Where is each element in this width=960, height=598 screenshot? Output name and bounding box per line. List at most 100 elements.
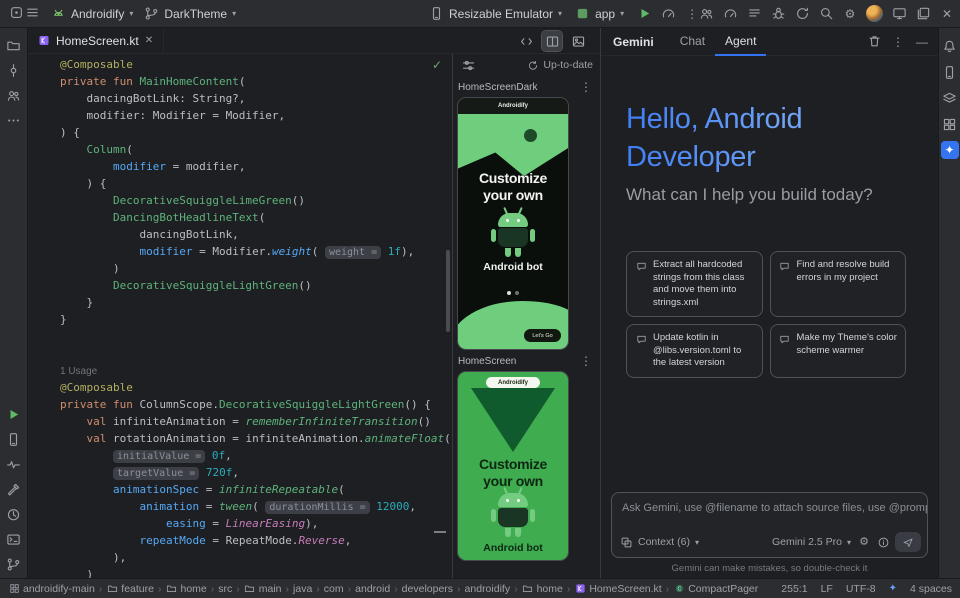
more-tool-windows-icon[interactable] [6, 112, 22, 128]
running-devices-icon[interactable] [941, 115, 959, 133]
breadcrumb-item[interactable]: main [244, 583, 282, 595]
android-head-icon [50, 6, 66, 22]
decorative-squiggle [458, 114, 568, 176]
breadcrumb-item[interactable]: src [218, 583, 232, 595]
version-control-icon[interactable] [6, 556, 22, 572]
pull-requests-icon[interactable] [6, 87, 22, 103]
breadcrumb-item[interactable]: home [166, 583, 207, 595]
suggestion-cards: Extract all hardcoded strings from this … [626, 251, 906, 378]
editor-scrollbar[interactable] [446, 250, 450, 332]
run-button[interactable] [636, 6, 652, 22]
inspection-status-icon[interactable]: ✓ [432, 58, 442, 72]
kotlin-file-icon [38, 35, 50, 47]
device-manager-icon[interactable] [6, 431, 22, 447]
line-separator[interactable]: LF [821, 583, 833, 595]
commit-tool-icon[interactable] [6, 62, 22, 78]
info-icon[interactable] [877, 536, 890, 549]
context-chip[interactable]: Context (6) [638, 536, 690, 548]
breadcrumb-item[interactable]: home [522, 583, 563, 595]
settings-icon[interactable]: ⚙ [842, 6, 858, 22]
app-quality-insights-icon[interactable] [6, 456, 22, 472]
preview-name[interactable]: HomeScreenDark [458, 82, 537, 93]
caret-position[interactable]: 255:1 [781, 583, 807, 595]
build-tool-icon[interactable] [6, 481, 22, 497]
tab-homescreen-kt[interactable]: HomeScreen.kt ✕ [28, 28, 164, 53]
hide-panel-icon[interactable]: — [914, 34, 930, 50]
breadcrumb-item[interactable]: android [355, 583, 390, 595]
preview-phone-HomeScreen[interactable]: AndroidifyCustomizeyour ownAndroid bot [457, 371, 569, 561]
project-tool-icon[interactable] [6, 37, 22, 53]
logcat-icon[interactable] [746, 6, 762, 22]
code-line: } [60, 311, 442, 328]
user-avatar[interactable] [866, 5, 883, 22]
file-encoding[interactable]: UTF-8 [846, 583, 876, 595]
breadcrumb-item[interactable]: com [324, 583, 344, 595]
device-explorer-icon[interactable] [941, 63, 959, 81]
run-tool-icon[interactable] [6, 406, 22, 422]
run-configuration-selector[interactable]: app ▾ [574, 6, 624, 22]
chevron-down-icon: ▾ [620, 9, 624, 18]
restore-window-icon[interactable] [915, 6, 931, 22]
gemini-input-box[interactable]: Ask Gemini, use @filename to attach sour… [611, 492, 928, 558]
breadcrumb-item[interactable]: androidify-main [8, 583, 95, 595]
search-everywhere-icon[interactable] [818, 6, 834, 22]
main-menu-icon[interactable] [24, 4, 40, 20]
breadcrumb-item[interactable]: CCompactPager [673, 583, 758, 595]
terminal-tool-icon[interactable] [6, 531, 22, 547]
chevron-down-icon: ▾ [129, 9, 133, 18]
breadcrumb-item[interactable]: developers [402, 583, 453, 595]
gemini-settings-icon[interactable]: ⚙ [856, 534, 872, 550]
code-view-icon[interactable] [516, 31, 536, 51]
preview-more-icon[interactable]: ⋮ [578, 79, 594, 95]
code-with-me-icon[interactable] [698, 6, 714, 22]
suggestion-card[interactable]: Find and resolve build errors in my proj… [770, 251, 907, 317]
send-button[interactable] [895, 532, 921, 552]
close-tab-icon[interactable]: ✕ [145, 35, 153, 46]
design-view-icon[interactable] [568, 31, 588, 51]
gemini-tool-icon[interactable]: ✦ [941, 141, 959, 159]
branch-selector[interactable]: DarkTheme ▾ [143, 6, 236, 22]
profile-run-icon[interactable] [660, 6, 676, 22]
gradle-sync-icon[interactable] [794, 6, 810, 22]
breadcrumb-item[interactable]: java [293, 583, 312, 595]
code-editor[interactable]: @Composableprivate fun MainHomeContent( … [28, 54, 452, 578]
gemini-tab-chat[interactable]: Chat [670, 28, 715, 56]
project-selector[interactable]: Androidify ▾ [50, 6, 133, 22]
gemini-panel: Gemini ChatAgent ⋮ — Hello, Android Deve… [600, 28, 938, 578]
device-mirror-icon[interactable] [891, 6, 907, 22]
gemini-tab-agent[interactable]: Agent [715, 28, 766, 56]
layout-inspector-icon[interactable] [941, 89, 959, 107]
close-window-icon[interactable]: ✕ [939, 6, 955, 22]
preview-options-icon[interactable] [460, 57, 476, 73]
androidify-main-icon [8, 583, 20, 595]
preview-phone-HomeScreenDark[interactable]: AndroidifyCustomizeyour ownAndroid botLe… [457, 97, 569, 350]
bug-report-icon[interactable] [770, 6, 786, 22]
suggestion-card[interactable]: Extract all hardcoded strings from this … [626, 251, 763, 317]
code-line: easing = LinearEasing), [60, 515, 442, 532]
more-options-icon[interactable]: ⋮ [890, 34, 906, 50]
preview-sync-status[interactable]: Up-to-date [527, 59, 593, 71]
notifications-icon[interactable] [941, 37, 959, 55]
code-line: val rotationAnimation = infiniteAnimatio… [60, 430, 442, 447]
breadcrumb-item[interactable]: androidify [465, 583, 511, 595]
attach-context-icon[interactable] [620, 536, 633, 549]
suggestion-card[interactable]: Make my Theme's color scheme warmer [770, 324, 907, 378]
preview-more-icon[interactable]: ⋮ [578, 353, 594, 369]
indent-setting[interactable]: 4 spaces [910, 583, 952, 595]
suggestion-card[interactable]: Update kotlin in @libs.version.toml to t… [626, 324, 763, 378]
ai-status-icon[interactable]: ✦ [889, 583, 897, 594]
chevron-down-icon: ▾ [232, 9, 236, 18]
split-view-icon[interactable] [542, 31, 562, 51]
gemini-input-placeholder: Ask Gemini, use @filename to attach sour… [612, 493, 927, 514]
model-selector[interactable]: Gemini 2.5 Pro [772, 536, 842, 548]
device-selector[interactable]: Resizable Emulator ▾ [428, 6, 562, 22]
breadcrumb-item[interactable]: HomeScreen.kt [574, 583, 661, 595]
preview-block-HomeScreen: HomeScreen ⋮ AndroidifyCustomizeyour ownAn… [453, 350, 600, 561]
preview-name[interactable]: HomeScreen [458, 356, 516, 367]
delete-conversation-icon[interactable] [866, 34, 882, 50]
profiler-tool-icon[interactable] [6, 506, 22, 522]
android-bot-illustration [491, 486, 535, 538]
code-line: private fun MainHomeContent( [60, 73, 442, 90]
profiler-icon[interactable] [722, 6, 738, 22]
breadcrumb-item[interactable]: feature [106, 583, 154, 595]
